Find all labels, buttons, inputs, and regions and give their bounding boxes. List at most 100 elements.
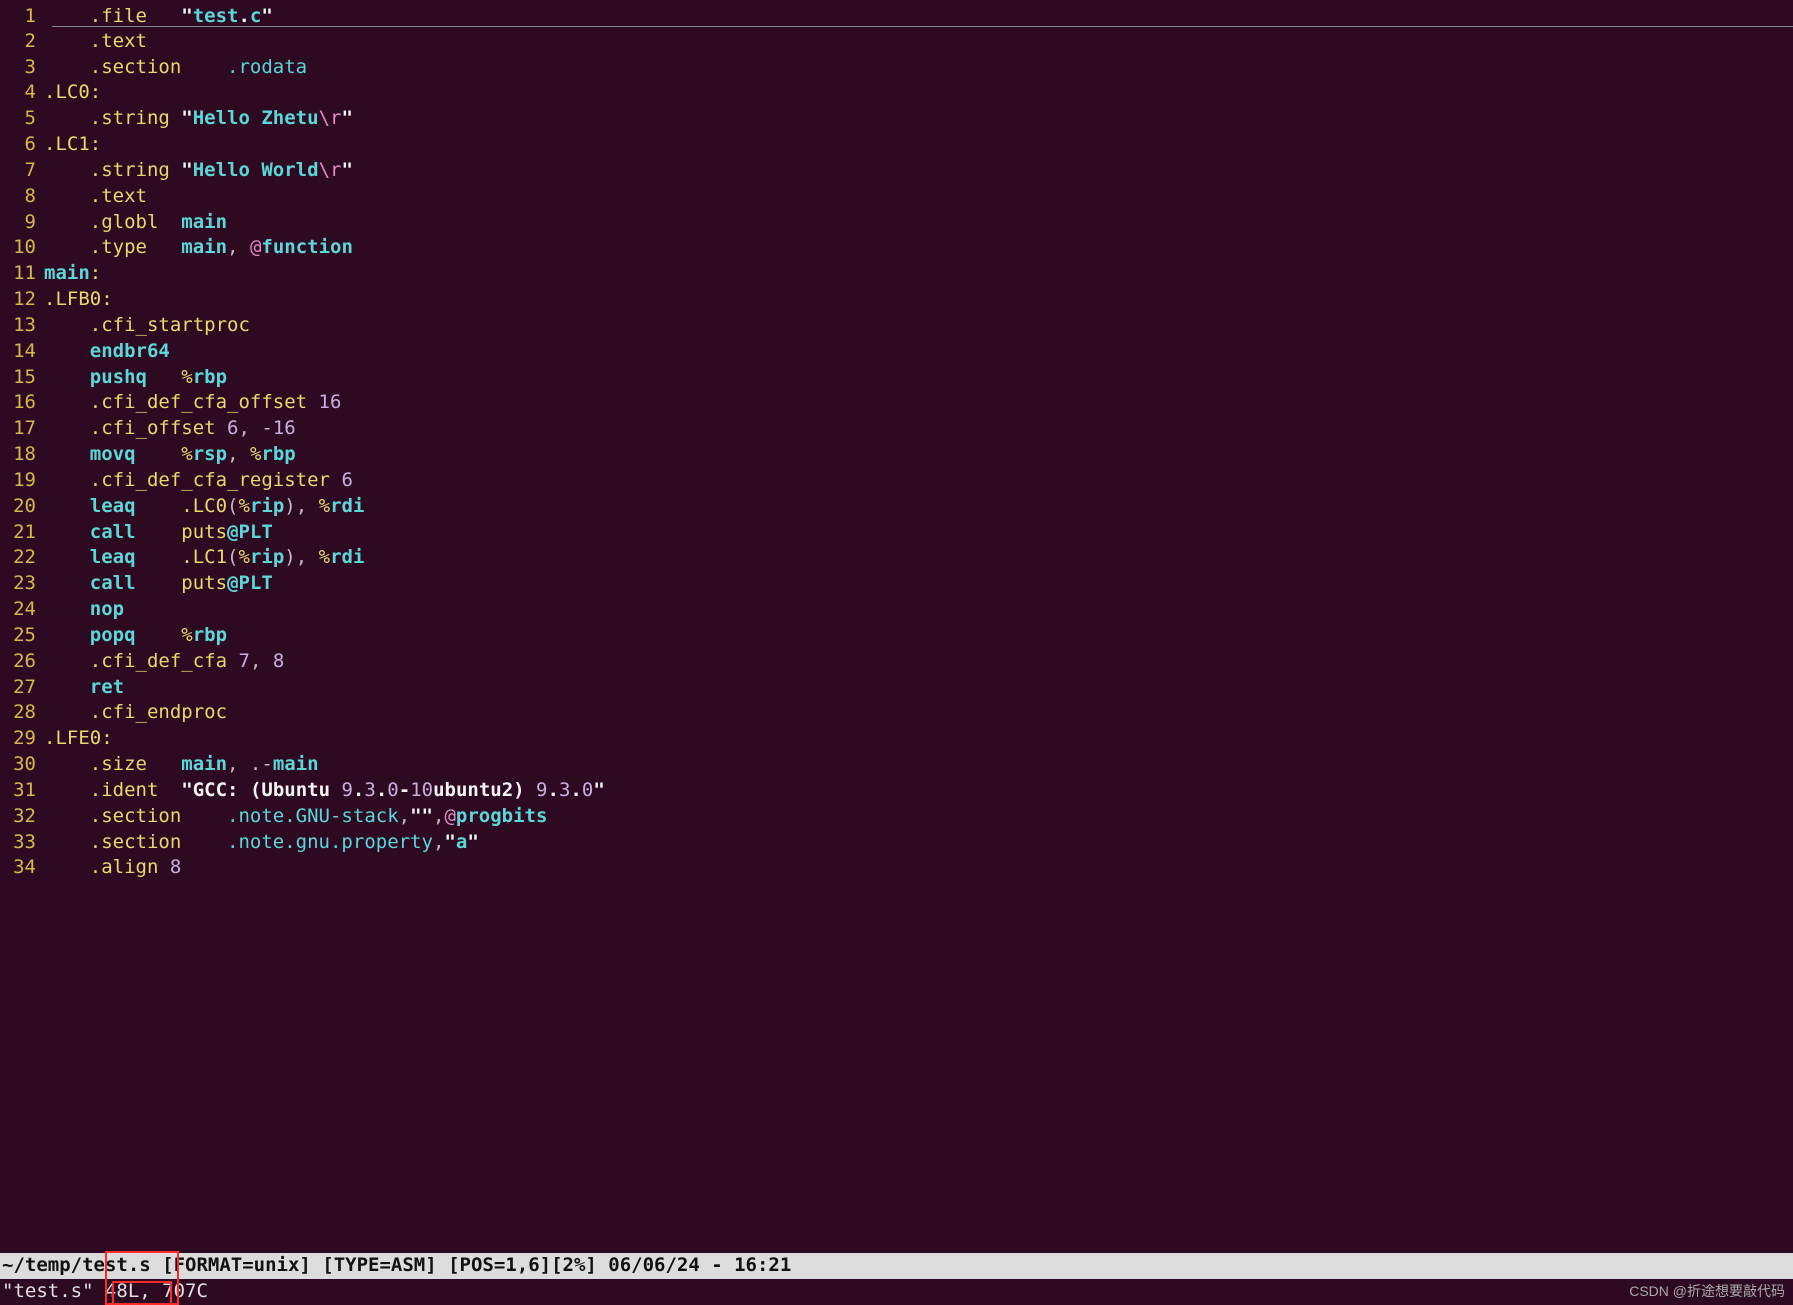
line-number: 25 — [0, 623, 44, 649]
code-content[interactable]: .type main, @function — [44, 235, 1793, 261]
line-number: 20 — [0, 494, 44, 520]
code-line[interactable]: 21 call puts@PLT — [0, 520, 1793, 546]
line-number: 4 — [0, 80, 44, 106]
code-content[interactable]: .globl main — [44, 210, 1793, 236]
line-number: 26 — [0, 649, 44, 675]
code-content[interactable]: .LFB0: — [44, 287, 1793, 313]
code-line[interactable]: 31 .ident "GCC: (Ubuntu 9.3.0-10ubuntu2)… — [0, 778, 1793, 804]
line-number: 1 — [0, 4, 44, 30]
code-content[interactable]: .LC1: — [44, 132, 1793, 158]
code-line[interactable]: 20 leaq .LC0(%rip), %rdi — [0, 494, 1793, 520]
code-content[interactable]: popq %rbp — [44, 623, 1793, 649]
code-content[interactable]: .cfi_def_cfa_offset 16 — [44, 390, 1793, 416]
code-content[interactable]: .section .note.GNU-stack,"",@progbits — [44, 804, 1793, 830]
line-number: 22 — [0, 545, 44, 571]
code-line[interactable]: 5 .string "Hello Zhetu\r" — [0, 106, 1793, 132]
code-line[interactable]: 10 .type main, @function — [0, 235, 1793, 261]
code-line[interactable]: 11main: — [0, 261, 1793, 287]
code-line[interactable]: 29.LFE0: — [0, 726, 1793, 752]
code-line[interactable]: 9 .globl main — [0, 210, 1793, 236]
code-content[interactable]: .size main, .-main — [44, 752, 1793, 778]
code-content[interactable]: .file "test.c" — [44, 4, 1793, 30]
code-line[interactable]: 22 leaq .LC1(%rip), %rdi — [0, 545, 1793, 571]
code-line[interactable]: 24 nop — [0, 597, 1793, 623]
code-line[interactable]: 2 .text — [0, 29, 1793, 55]
line-number: 24 — [0, 597, 44, 623]
code-content[interactable]: .text — [44, 184, 1793, 210]
code-content[interactable]: ret — [44, 675, 1793, 701]
code-line[interactable]: 19 .cfi_def_cfa_register 6 — [0, 468, 1793, 494]
line-number: 2 — [0, 29, 44, 55]
code-content[interactable]: .LFE0: — [44, 726, 1793, 752]
code-content[interactable]: .string "Hello Zhetu\r" — [44, 106, 1793, 132]
line-number: 10 — [0, 235, 44, 261]
code-line[interactable]: 26 .cfi_def_cfa 7, 8 — [0, 649, 1793, 675]
code-content[interactable]: .section .note.gnu.property,"a" — [44, 830, 1793, 856]
code-line[interactable]: 14 endbr64 — [0, 339, 1793, 365]
code-content[interactable]: .text — [44, 29, 1793, 55]
line-number: 12 — [0, 287, 44, 313]
code-line[interactable]: 4.LC0: — [0, 80, 1793, 106]
code-line[interactable]: 16 .cfi_def_cfa_offset 16 — [0, 390, 1793, 416]
code-content[interactable]: call puts@PLT — [44, 571, 1793, 597]
line-number: 21 — [0, 520, 44, 546]
code-content[interactable]: .cfi_startproc — [44, 313, 1793, 339]
code-content[interactable]: .string "Hello World\r" — [44, 158, 1793, 184]
line-number: 14 — [0, 339, 44, 365]
code-content[interactable]: .section .rodata — [44, 55, 1793, 81]
line-number: 17 — [0, 416, 44, 442]
code-line[interactable]: 33 .section .note.gnu.property,"a" — [0, 830, 1793, 856]
watermark: CSDN @折途想要敲代码 — [1629, 1282, 1785, 1301]
code-line[interactable]: 18 movq %rsp, %rbp — [0, 442, 1793, 468]
line-number: 33 — [0, 830, 44, 856]
code-content[interactable]: .ident "GCC: (Ubuntu 9.3.0-10ubuntu2) 9.… — [44, 778, 1793, 804]
line-number: 32 — [0, 804, 44, 830]
line-number: 23 — [0, 571, 44, 597]
code-line[interactable]: 13 .cfi_startproc — [0, 313, 1793, 339]
line-number: 19 — [0, 468, 44, 494]
line-number: 15 — [0, 365, 44, 391]
code-content[interactable]: endbr64 — [44, 339, 1793, 365]
code-line[interactable]: 23 call puts@PLT — [0, 571, 1793, 597]
line-number: 8 — [0, 184, 44, 210]
code-content[interactable]: .align 8 — [44, 855, 1793, 881]
code-content[interactable]: .cfi_endproc — [44, 700, 1793, 726]
line-number: 29 — [0, 726, 44, 752]
code-content[interactable]: .cfi_def_cfa_register 6 — [44, 468, 1793, 494]
line-number: 28 — [0, 700, 44, 726]
code-content[interactable]: movq %rsp, %rbp — [44, 442, 1793, 468]
statusbar-text: ~/temp/test.s [FORMAT=unix] [TYPE=ASM] [… — [2, 1253, 791, 1279]
code-content[interactable]: main: — [44, 261, 1793, 287]
line-number: 9 — [0, 210, 44, 236]
code-line[interactable]: 15 pushq %rbp — [0, 365, 1793, 391]
code-line[interactable]: 27 ret — [0, 675, 1793, 701]
code-line[interactable]: 8 .text — [0, 184, 1793, 210]
code-content[interactable]: .LC0: — [44, 80, 1793, 106]
code-content[interactable]: nop — [44, 597, 1793, 623]
code-line[interactable]: 34 .align 8 — [0, 855, 1793, 881]
line-number: 16 — [0, 390, 44, 416]
code-content[interactable]: leaq .LC1(%rip), %rdi — [44, 545, 1793, 571]
code-content[interactable]: call puts@PLT — [44, 520, 1793, 546]
vim-command-line[interactable]: "test.s" 48L, 707C — [0, 1279, 1793, 1305]
code-content[interactable]: leaq .LC0(%rip), %rdi — [44, 494, 1793, 520]
line-number: 6 — [0, 132, 44, 158]
code-line[interactable]: 32 .section .note.GNU-stack,"",@progbits — [0, 804, 1793, 830]
code-line[interactable]: 17 .cfi_offset 6, -16 — [0, 416, 1793, 442]
code-line[interactable]: 12.LFB0: — [0, 287, 1793, 313]
line-number: 13 — [0, 313, 44, 339]
code-line[interactable]: 30 .size main, .-main — [0, 752, 1793, 778]
line-number: 27 — [0, 675, 44, 701]
cmdline-text: "test.s" 48L, 707C — [2, 1279, 208, 1305]
code-line[interactable]: 7 .string "Hello World\r" — [0, 158, 1793, 184]
code-line[interactable]: 25 popq %rbp — [0, 623, 1793, 649]
line-number: 34 — [0, 855, 44, 881]
code-content[interactable]: .cfi_offset 6, -16 — [44, 416, 1793, 442]
code-line[interactable]: 6.LC1: — [0, 132, 1793, 158]
code-content[interactable]: pushq %rbp — [44, 365, 1793, 391]
code-line[interactable]: 3 .section .rodata — [0, 55, 1793, 81]
code-line[interactable]: 28 .cfi_endproc — [0, 700, 1793, 726]
code-content[interactable]: .cfi_def_cfa 7, 8 — [44, 649, 1793, 675]
code-line[interactable]: 1 .file "test.c" — [0, 4, 1793, 30]
code-editor[interactable]: 1 .file "test.c"2 .text3 .section .rodat… — [0, 0, 1793, 881]
